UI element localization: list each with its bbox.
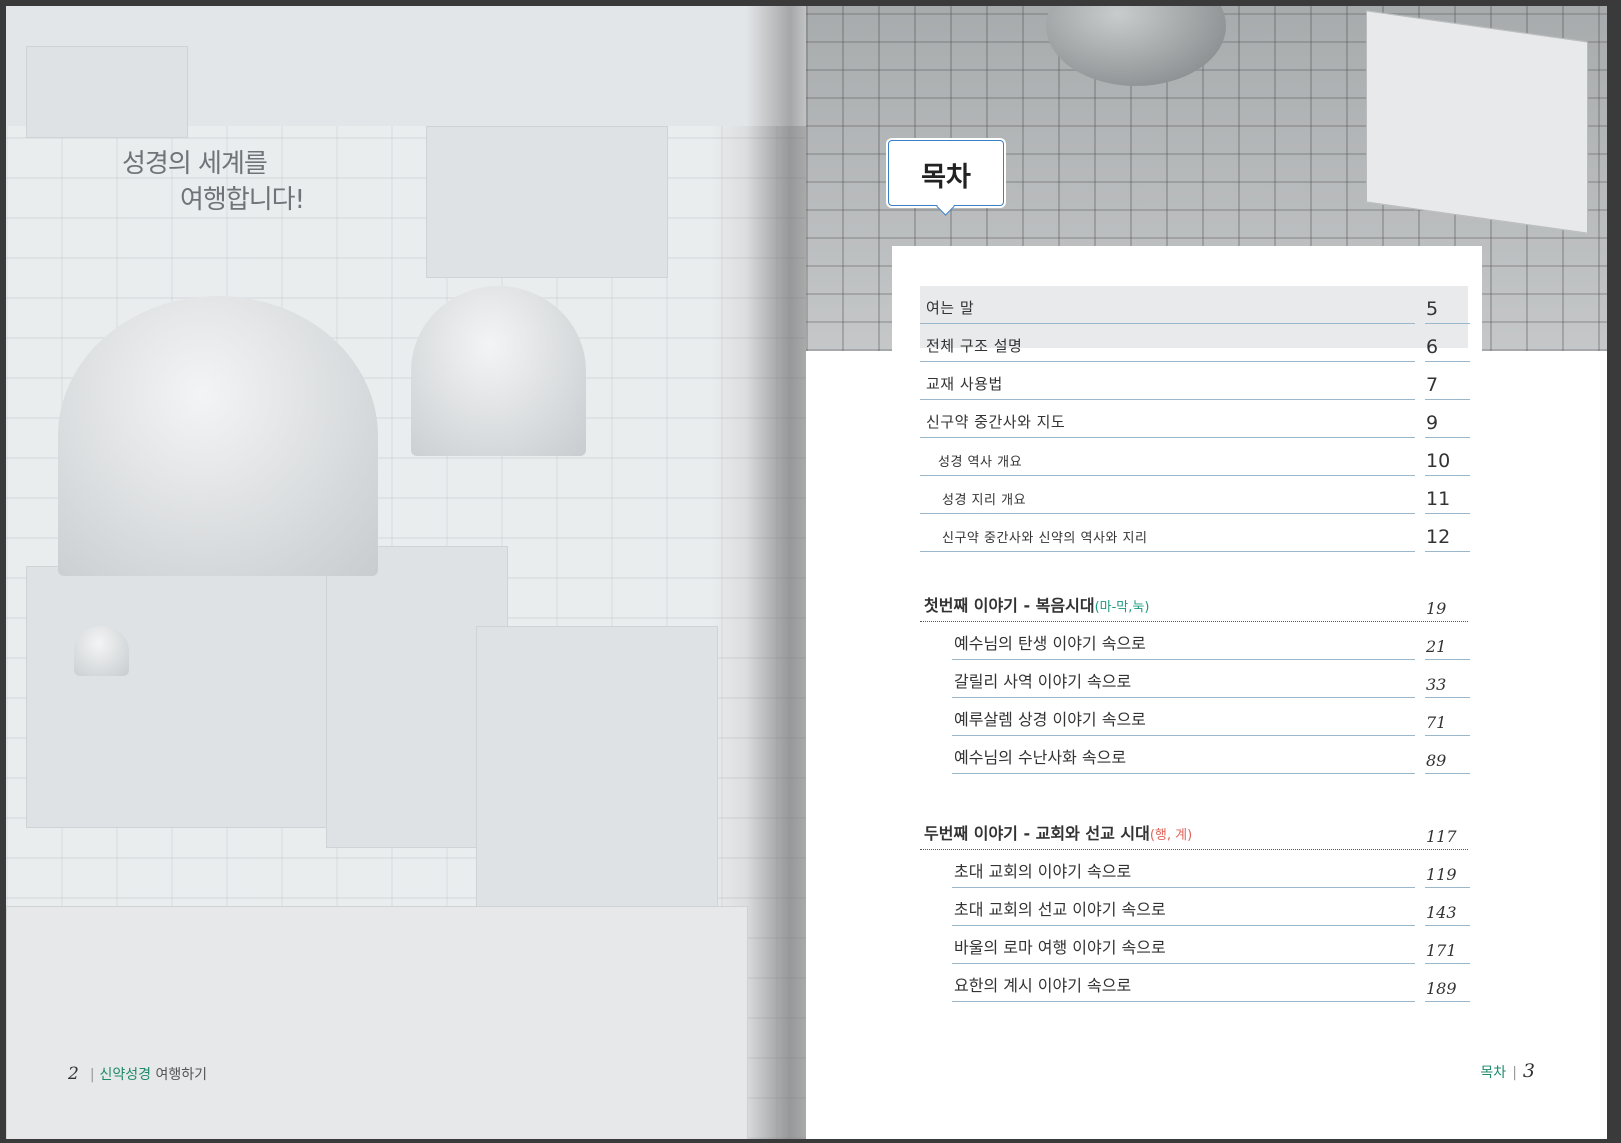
tagline-line-1: 성경의 세계를: [122, 149, 268, 179]
toc-entry-label: 예루살렘 상경 이야기 속으로: [954, 710, 1146, 729]
toc-entry-label: 교재 사용법: [926, 375, 1003, 393]
building-block: [426, 126, 668, 278]
tagline: 성경의 세계를 여행합니다!: [122, 146, 305, 218]
toc-entry[interactable]: 바울의 로마 여행 이야기 속으로 171: [920, 926, 1470, 964]
page-number: 2: [68, 1064, 79, 1084]
toc-entry-page: 33: [1426, 675, 1447, 694]
book-title-gray: 여행하기: [155, 1067, 208, 1083]
toc-entry-label: 여는 말: [926, 299, 975, 317]
toc-entry[interactable]: 갈릴리 사역 이야기 속으로 33: [920, 660, 1470, 698]
toc-entry-page: 21: [1426, 637, 1447, 656]
part-one-tag: (마-막,눅): [1094, 600, 1150, 615]
toc-subentry[interactable]: 성경 역사 개요 10: [920, 438, 1470, 476]
tagline-line-2: 여행합니다!: [180, 185, 305, 215]
toc-entry-label: 신구약 중간사와 지도: [926, 413, 1066, 431]
mini-dome: [74, 626, 129, 676]
toc-entry[interactable]: 요한의 계시 이야기 속으로 189: [920, 964, 1470, 1002]
part-two-title: 두번째 이야기 - 교회와 선교 시대: [924, 824, 1150, 843]
part-two-heading[interactable]: 두번째 이야기 - 교회와 선교 시대(행, 계) 117: [920, 812, 1468, 850]
toc-entry-label: 예수님의 수난사화 속으로: [954, 748, 1127, 767]
toc-entry-page: 9: [1426, 412, 1439, 434]
toc-entry-label: 요한의 계시 이야기 속으로: [954, 976, 1132, 995]
toc-entry-label: 신구약 중간사와 신약의 역사와 지리: [942, 531, 1148, 546]
toc-entry-page: 5: [1426, 298, 1439, 320]
left-folio: 2 | 신약성경 여행하기: [68, 1064, 208, 1084]
toc-entry-page: 171: [1426, 941, 1457, 960]
toc-entry-label: 성경 지리 개요: [942, 493, 1027, 508]
building-block: [26, 566, 328, 828]
toc-subentry[interactable]: 신구약 중간사와 신약의 역사와 지리 12: [920, 514, 1470, 552]
toc-entry[interactable]: 여는 말 5: [920, 286, 1470, 324]
building-block: [26, 46, 188, 138]
photo-roof: [1366, 10, 1588, 234]
toc-entry[interactable]: 신구약 중간사와 지도 9: [920, 400, 1470, 438]
toc-entry[interactable]: 초대 교회의 이야기 속으로 119: [920, 850, 1470, 888]
toc-entry-label: 예수님의 탄생 이야기 속으로: [954, 634, 1146, 653]
toc-entry-label: 성경 역사 개요: [938, 455, 1023, 470]
book-spread: 성경의 세계를 여행합니다! 2 | 신약성경 여행하기 목차 여는 말 5 전…: [6, 6, 1607, 1139]
toc-entry-label: 갈릴리 사역 이야기 속으로: [954, 672, 1132, 691]
right-folio: 목차 | 3: [1480, 1060, 1535, 1082]
part-two-page: 117: [1426, 827, 1457, 846]
part-one-title: 첫번째 이야기 - 복음시대: [924, 596, 1095, 615]
building-block: [476, 626, 718, 948]
toc-badge: 목차: [888, 140, 1004, 216]
toc-entry-label: 전체 구조 설명: [926, 337, 1023, 355]
toc-entry[interactable]: 예루살렘 상경 이야기 속으로 71: [920, 698, 1470, 736]
toc-entry-page: 143: [1426, 903, 1457, 922]
toc-entry-label: 바울의 로마 여행 이야기 속으로: [954, 938, 1166, 957]
toc-entry[interactable]: 예수님의 탄생 이야기 속으로 21: [920, 622, 1470, 660]
right-page: 목차 여는 말 5 전체 구조 설명 6 교재 사용법 7 신구약 중간사와 지…: [806, 6, 1607, 1139]
part-one-page: 19: [1426, 599, 1447, 618]
book-title-green: 신약성경: [99, 1067, 152, 1083]
toc-entry-page: 7: [1426, 374, 1439, 396]
toc-subentry[interactable]: 성경 지리 개요 11: [920, 476, 1470, 514]
photo-dome: [1046, 6, 1226, 86]
toc-entry-page: 11: [1426, 488, 1451, 510]
part-two-tag: (행, 계): [1149, 828, 1193, 843]
large-dome: [58, 296, 378, 576]
toc-entry-page: 6: [1426, 336, 1439, 358]
toc-entry-page: 89: [1426, 751, 1447, 770]
folio-title: 목차: [1480, 1065, 1507, 1081]
toc-entry-page: 12: [1426, 526, 1451, 548]
toc-entry[interactable]: 교재 사용법 7: [920, 362, 1470, 400]
toc-badge-label: 목차: [921, 162, 971, 193]
page-number: 3: [1522, 1060, 1535, 1082]
toc-entry-label: 초대 교회의 선교 이야기 속으로: [954, 900, 1166, 919]
toc-entry-page: 189: [1426, 979, 1457, 998]
building-block: [6, 906, 748, 1139]
toc-entry-page: 119: [1426, 865, 1457, 884]
toc-entry[interactable]: 초대 교회의 선교 이야기 속으로 143: [920, 888, 1470, 926]
toc-entry-page: 10: [1426, 450, 1451, 472]
left-page: 성경의 세계를 여행합니다! 2 | 신약성경 여행하기: [6, 6, 806, 1139]
toc-entry-page: 71: [1426, 713, 1447, 732]
toc-entry[interactable]: 전체 구조 설명 6: [920, 324, 1470, 362]
toc-entry[interactable]: 예수님의 수난사화 속으로 89: [920, 736, 1470, 774]
part-one-heading[interactable]: 첫번째 이야기 - 복음시대(마-막,눅) 19: [920, 584, 1468, 622]
toc-entry-label: 초대 교회의 이야기 속으로: [954, 862, 1132, 881]
small-dome: [411, 286, 586, 456]
